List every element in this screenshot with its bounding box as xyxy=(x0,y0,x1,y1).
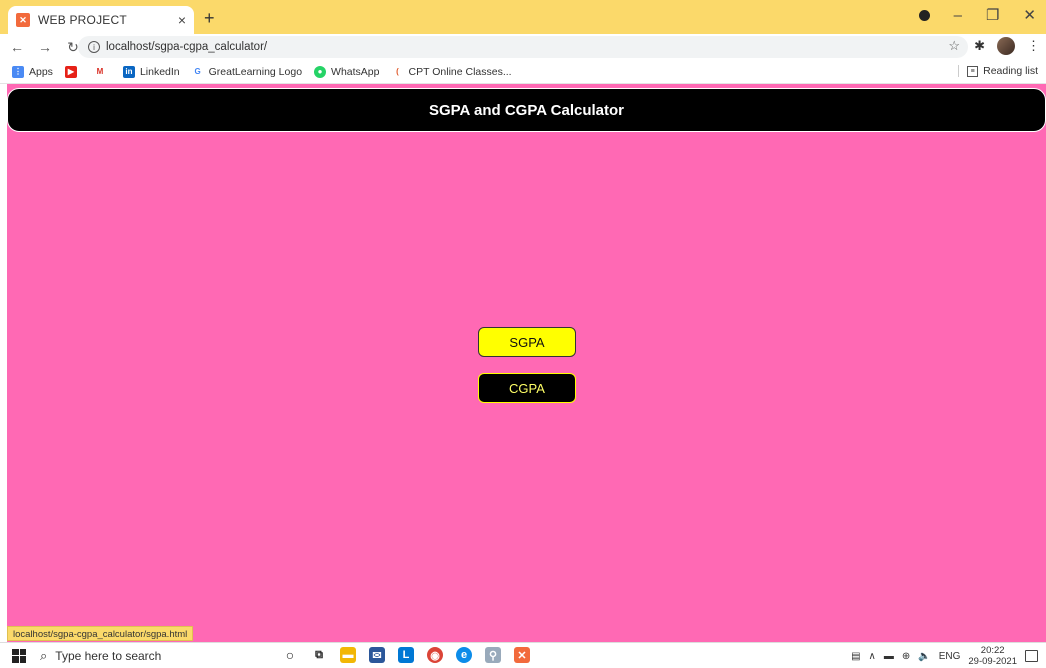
bookmark-label: WhatsApp xyxy=(331,65,380,78)
gmail-icon: M xyxy=(93,65,106,78)
toolbar-actions: ✱ ⋮ xyxy=(974,37,1040,55)
cortana-icon[interactable]: ○ xyxy=(282,647,298,663)
google-icon: G xyxy=(191,65,204,78)
profile-avatar[interactable] xyxy=(997,37,1015,55)
bookmark-cpt[interactable]: ( CPT Online Classes... xyxy=(391,65,512,78)
search-tool-icon[interactable]: ⚲ xyxy=(485,647,501,663)
battery-icon[interactable]: ▬ xyxy=(884,651,894,662)
bookmark-gmail[interactable]: M xyxy=(93,65,111,78)
news-icon[interactable]: ▤ xyxy=(851,651,860,662)
sgpa-button[interactable]: SGPA xyxy=(478,327,576,357)
extensions-icon[interactable]: ✱ xyxy=(974,38,985,54)
search-icon: ⌕ xyxy=(40,647,48,663)
system-tray: ▤ ∧ ▬ ⊕ 🔈 ENG 20:22 29-09-2021 xyxy=(851,645,1038,667)
reading-list-label: Reading list xyxy=(983,65,1038,77)
page-title: SGPA and CGPA Calculator xyxy=(428,101,625,119)
bookmark-linkedin[interactable]: in LinkedIn xyxy=(122,65,180,78)
clock-time: 20:22 xyxy=(980,645,1005,656)
bookmark-whatsapp[interactable]: ● WhatsApp xyxy=(314,65,380,78)
bookmark-label: LinkedIn xyxy=(139,65,180,78)
bookmarks-bar: ⋮ Apps ▶ M in LinkedIn G GreatLearning L… xyxy=(0,60,1046,84)
youtube-icon: ▶ xyxy=(64,65,77,78)
l-app-icon[interactable]: L xyxy=(398,647,414,663)
back-icon[interactable]: ← xyxy=(6,39,28,55)
cpt-icon: ( xyxy=(391,65,404,78)
xampp-favicon-icon: ✕ xyxy=(16,13,30,27)
network-icon[interactable]: ⊕ xyxy=(902,651,910,662)
address-bar[interactable]: i localhost/sgpa-cgpa_calculator/ xyxy=(78,36,968,58)
forward-icon[interactable]: → xyxy=(34,39,56,55)
close-window-button[interactable]: ✕ xyxy=(1023,6,1036,24)
bookmark-star-icon[interactable]: ☆ xyxy=(948,38,960,54)
taskbar-search[interactable]: ⌕ Type here to search xyxy=(40,648,270,664)
chrome-icon[interactable]: ◉ xyxy=(427,647,443,663)
mail-icon[interactable]: ✉ xyxy=(369,647,385,663)
linkedin-icon: in xyxy=(122,65,135,78)
windows-taskbar: ⌕ Type here to search ○ ⧉ ▬ ✉ L ◉ e ⚲ ✕ … xyxy=(0,642,1046,668)
windows-start-icon[interactable] xyxy=(12,648,26,663)
minimize-button[interactable]: – xyxy=(954,7,962,24)
clock[interactable]: 20:22 29-09-2021 xyxy=(968,645,1017,667)
bookmark-label: CPT Online Classes... xyxy=(408,65,512,78)
new-tab-button[interactable]: + xyxy=(204,8,215,29)
page-content: SGPA and CGPA Calculator SGPA CGPA xyxy=(7,84,1046,642)
chevron-up-icon[interactable]: ∧ xyxy=(869,651,876,662)
reading-list-button[interactable]: ≡ Reading list xyxy=(958,65,1038,77)
clock-date: 29-09-2021 xyxy=(968,656,1017,667)
bookmark-greatlearning[interactable]: G GreatLearning Logo xyxy=(191,65,303,78)
edge-icon[interactable]: e xyxy=(456,647,472,663)
link-status-bar: localhost/sgpa-cgpa_calculator/sgpa.html xyxy=(7,626,194,641)
language-indicator[interactable]: ENG xyxy=(939,651,961,662)
window-controls: – ❐ ✕ xyxy=(918,6,1036,24)
maximize-button[interactable]: ❐ xyxy=(986,6,999,24)
notification-icon[interactable] xyxy=(1025,650,1038,662)
browser-tab[interactable]: ✕ WEB PROJECT × xyxy=(8,6,194,34)
tab-close-button[interactable]: × xyxy=(178,12,186,28)
page-header: SGPA and CGPA Calculator xyxy=(7,88,1046,132)
volume-icon[interactable]: 🔈 xyxy=(918,651,930,662)
search-placeholder: Type here to search xyxy=(55,648,162,663)
bookmark-label: Apps xyxy=(29,65,53,78)
taskbar-apps: ○ ⧉ ▬ ✉ L ◉ e ⚲ ✕ xyxy=(282,647,530,663)
bookmark-label: GreatLearning Logo xyxy=(208,65,303,78)
tab-title: WEB PROJECT xyxy=(38,13,127,27)
reading-list-icon: ≡ xyxy=(967,65,979,77)
cgpa-button[interactable]: CGPA xyxy=(478,373,576,403)
browser-toolbar: ← → ↻ i localhost/sgpa-cgpa_calculator/ … xyxy=(0,34,1046,60)
bookmark-apps[interactable]: ⋮ Apps xyxy=(12,65,53,78)
site-info-icon[interactable]: i xyxy=(88,41,100,53)
whatsapp-icon: ● xyxy=(314,65,327,78)
menu-kebab-icon[interactable]: ⋮ xyxy=(1027,38,1040,54)
task-view-icon[interactable]: ⧉ xyxy=(311,647,327,663)
url-text: localhost/sgpa-cgpa_calculator/ xyxy=(106,41,268,53)
file-explorer-icon[interactable]: ▬ xyxy=(340,647,356,663)
tab-strip: ✕ WEB PROJECT × + – ❐ ✕ xyxy=(0,0,1046,34)
record-icon[interactable] xyxy=(918,9,930,21)
bookmark-youtube[interactable]: ▶ xyxy=(64,65,82,78)
apps-grid-icon: ⋮ xyxy=(12,65,24,78)
xampp-icon[interactable]: ✕ xyxy=(514,647,530,663)
